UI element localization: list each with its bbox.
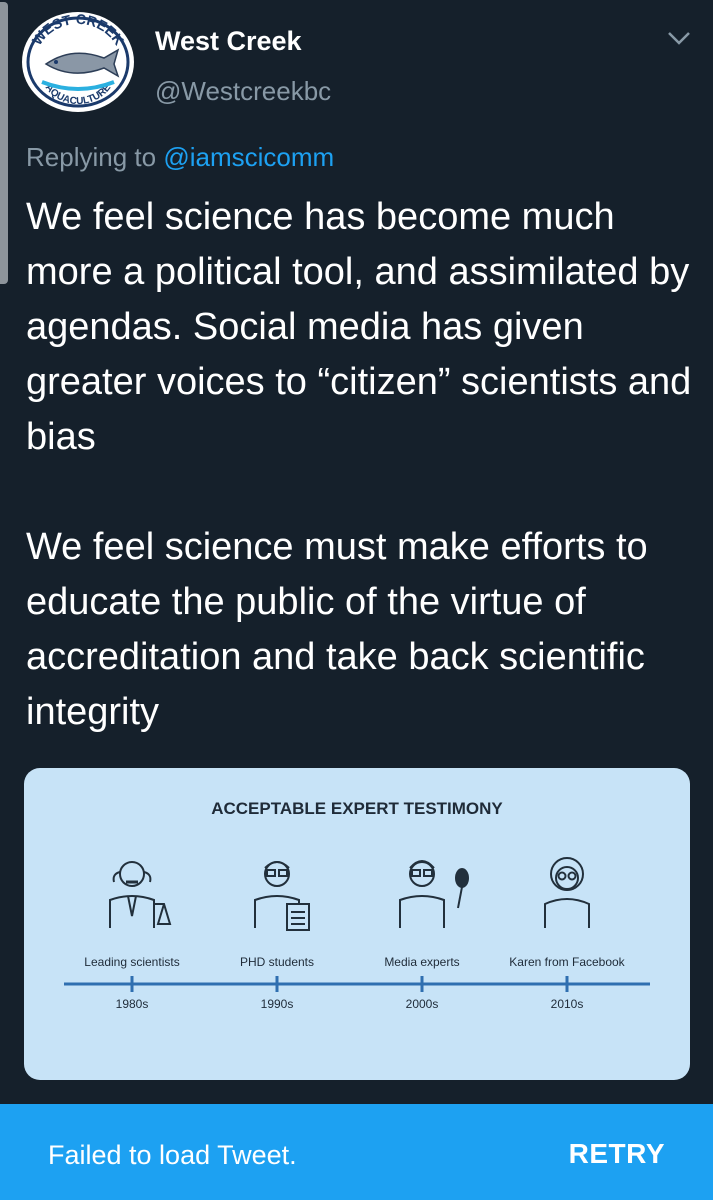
avatar[interactable]: WEST CREEK AQUACULTURE <box>22 12 134 112</box>
expert-label: Karen from Facebook <box>509 955 625 969</box>
expert-label: PHD students <box>240 955 314 969</box>
reply-prefix: Replying to <box>26 142 157 172</box>
expert-label: Leading scientists <box>84 955 179 969</box>
expert-testimony-illustration: ACCEPTABLE EXPERT TESTIMONY Leading scie… <box>64 799 650 1011</box>
west-creek-aquaculture-logo-icon: WEST CREEK AQUACULTURE <box>24 12 132 110</box>
karen-icon <box>544 857 590 928</box>
media-expert-icon <box>399 860 469 928</box>
error-snackbar: Failed to load Tweet. RETRY <box>0 1104 713 1200</box>
tweet-media-image[interactable]: ACCEPTABLE EXPERT TESTIMONY Leading scie… <box>24 768 690 1080</box>
decade-label: 1980s <box>116 997 149 1011</box>
tweet-paragraph: We feel science has become much more a p… <box>26 196 692 458</box>
tweet-header: WEST CREEK AQUACULTURE West Creek @Westc… <box>22 12 702 112</box>
author-name[interactable]: West Creek <box>155 26 302 57</box>
author-handle[interactable]: @Westcreekbc <box>155 76 331 107</box>
chevron-down-icon[interactable] <box>666 29 692 47</box>
reply-mention-link[interactable]: @iamscicomm <box>163 142 334 172</box>
retry-button[interactable]: RETRY <box>569 1138 665 1170</box>
decade-label: 2000s <box>406 997 439 1011</box>
student-icon <box>254 861 310 931</box>
error-message: Failed to load Tweet. <box>48 1140 297 1170</box>
replying-to: Replying to @iamscicomm <box>26 142 334 173</box>
tweet-text: We feel science has become much more a p… <box>26 190 696 740</box>
scientist-icon <box>109 861 172 928</box>
decade-label: 2010s <box>551 997 584 1011</box>
decade-label: 1990s <box>261 997 294 1011</box>
expert-label: Media experts <box>384 955 459 969</box>
scroll-indicator[interactable] <box>0 2 8 284</box>
tweet-paragraph: We feel science must make efforts to edu… <box>26 526 648 733</box>
media-title: ACCEPTABLE EXPERT TESTIMONY <box>211 799 503 818</box>
